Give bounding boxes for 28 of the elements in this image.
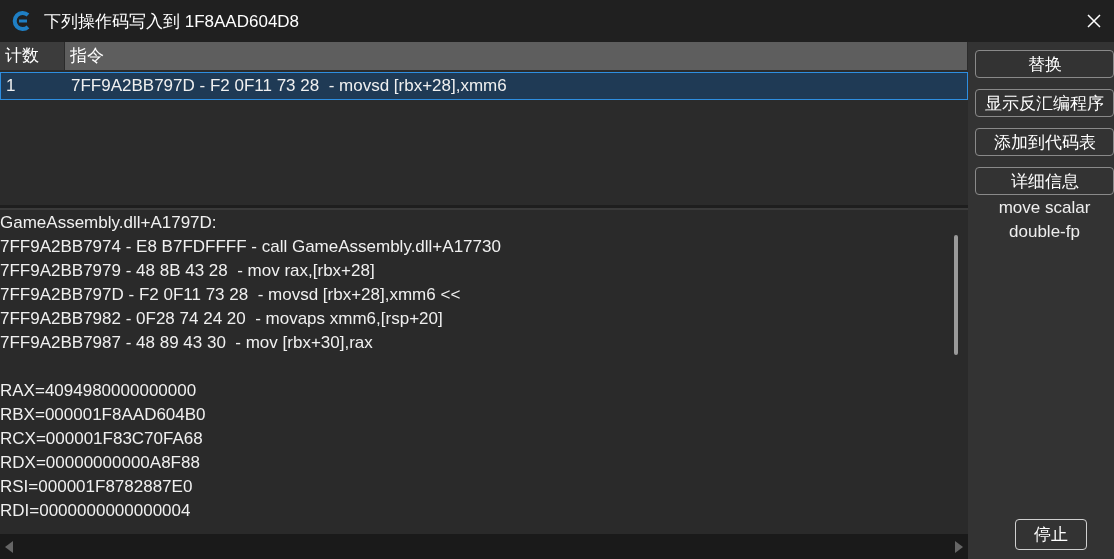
scroll-right-icon[interactable] [954, 540, 964, 553]
instruction-description: move scalar double-fp [997, 197, 1092, 243]
register-line: RAX=4094980000000000 [0, 380, 198, 402]
action-button[interactable]: 显示反汇编程序 [975, 89, 1114, 117]
register-line: RDI=0000000000000004 [0, 500, 192, 522]
stop-button[interactable]: 停止 [1015, 519, 1087, 550]
register-line: RCX=000001F83C70FA68 [0, 428, 204, 450]
disassembly-line: 7FF9A2BB7979 - 48 8B 43 28 - mov rax,[rbx+28] [0, 260, 376, 282]
disassembly-line: GameAssembly.dll+A1797D: [0, 212, 218, 234]
action-button[interactable]: 替换 [975, 50, 1114, 78]
disassembly-line: 7FF9A2BB7987 - 48 89 43 30 - mov [rbx+30],rax [0, 332, 374, 354]
register-line: RBX=000001F8AAD604B0 [0, 404, 207, 426]
table-row[interactable]: 1 7FF9A2BB797D - F2 0F11 73 28 - movsd [rbx+28],xmm6 [0, 72, 968, 100]
action-button[interactable]: 添加到代码表 [975, 128, 1114, 156]
scrollbar-thumb[interactable] [954, 235, 958, 355]
register-line: RSI=000001F8782887E0 [0, 476, 194, 498]
column-header[interactable]: 计数 [0, 42, 65, 70]
table-cell-text: 7FF9A2BB797D - F2 0F11 73 28 - movsd [rbx+28],xmm6 [70, 75, 508, 97]
disassembly-line: 7FF9A2BB797D - F2 0F11 73 28 - movsd [rbx+28],xmm6 << [0, 284, 462, 306]
register-line: RDX=00000000000A8F88 [0, 452, 201, 474]
column-header[interactable]: 指令 [65, 42, 968, 70]
disassembly-line: 7FF9A2BB7982 - 0F28 74 24 20 - movaps xmm6,[rsp+20] [0, 308, 444, 330]
close-icon[interactable] [1086, 13, 1102, 29]
disassembly-line: 7FF9A2BB7974 - E8 B7FDFFFF - call GameAssembly.dll+A17730 [0, 236, 502, 258]
table-cell-text: 1 [5, 75, 17, 97]
scroll-left-icon[interactable] [4, 540, 14, 553]
window-title: 下列操作码写入到 1F8AAD604D8 [44, 10, 301, 33]
action-button[interactable]: 详细信息 [975, 167, 1114, 195]
